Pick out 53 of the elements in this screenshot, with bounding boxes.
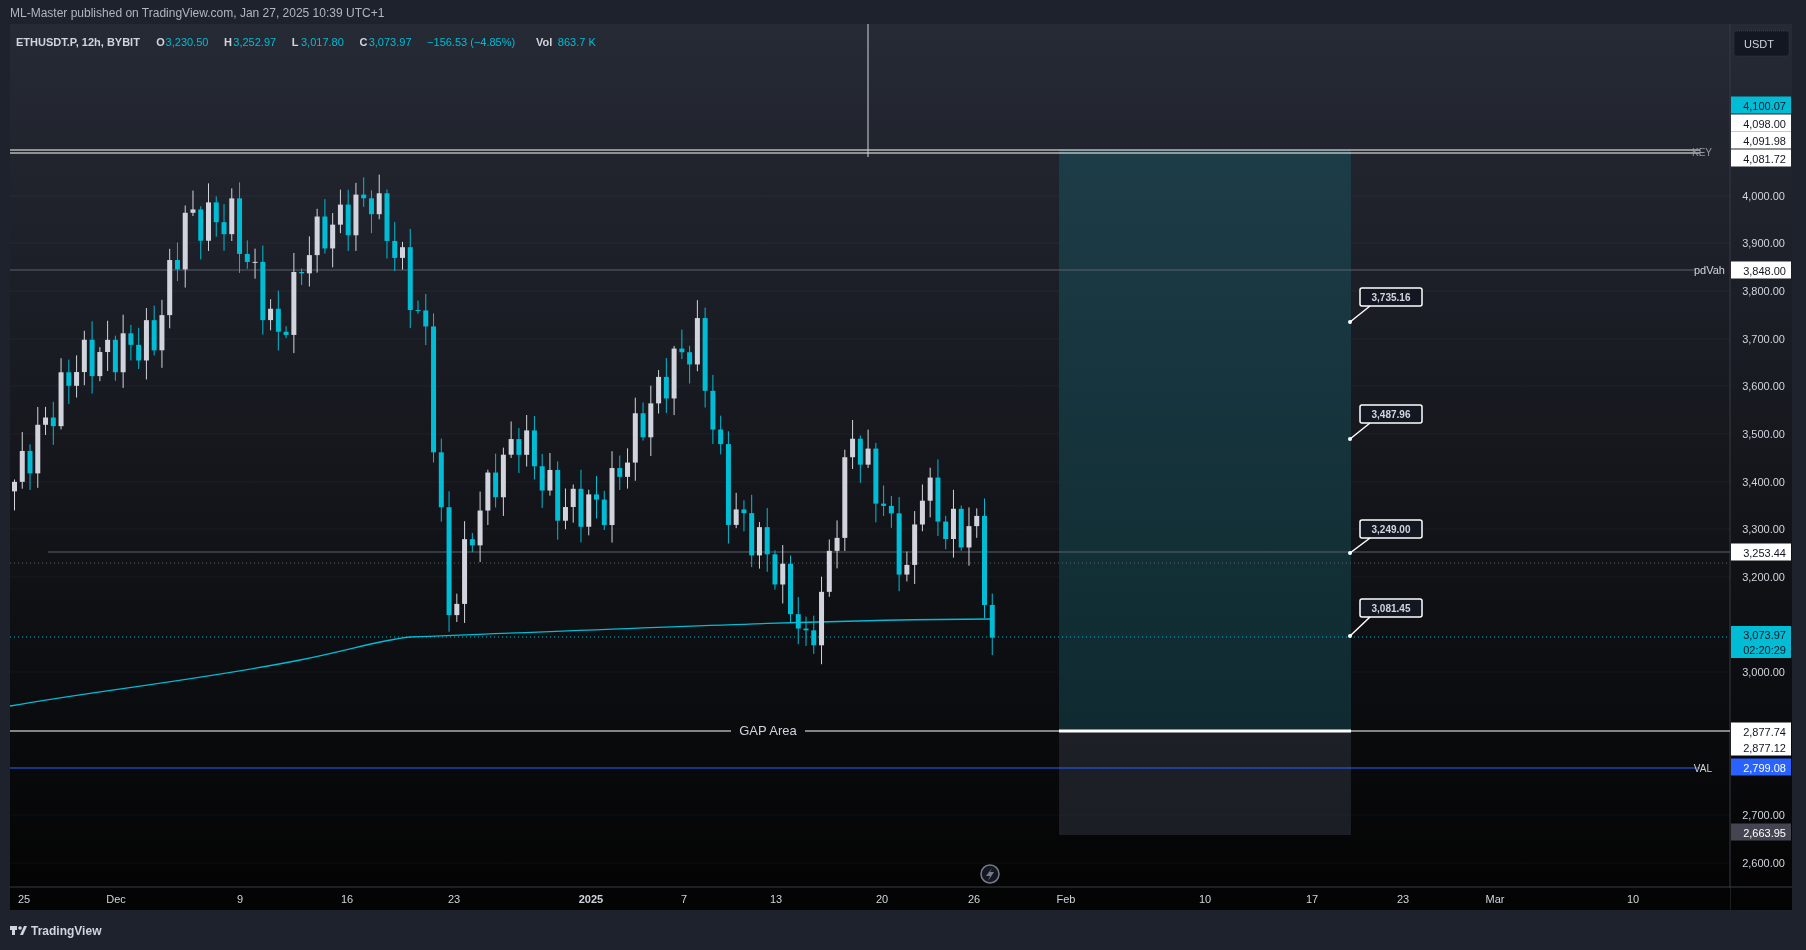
price-callout: 3,487.96 (1348, 404, 1423, 441)
ohlc-label: H (224, 36, 232, 48)
currency-button[interactable]: USDT (1733, 30, 1790, 57)
ohlc-label: L (291, 36, 299, 48)
volume-value: 863.7 K (557, 36, 596, 48)
price-tick: 3,000.00 (1742, 666, 1785, 678)
time-label: Mar (1485, 893, 1505, 905)
ohlc-value: 3,017.80 (301, 36, 344, 48)
time-label: Feb (1056, 893, 1076, 905)
price-callout: 3,081.45 (1348, 598, 1423, 638)
line-label: VAL (1693, 763, 1712, 774)
time-label: Dec (106, 893, 126, 905)
tradingview-logo-icon (10, 926, 27, 935)
time-label: 23 (1396, 893, 1410, 905)
line-label: GAP Area (739, 723, 797, 738)
time-label: 16 (340, 893, 354, 905)
time-label: 13 (769, 893, 783, 905)
ohlc-value: 3,252.97 (233, 36, 277, 48)
price-callout: 3,735.16 (1348, 287, 1423, 324)
time-label: 10 (1198, 893, 1212, 905)
price-tick: 3,800.00 (1742, 285, 1785, 297)
symbol-label: ETHUSDT.P, 12h, BYBIT (16, 36, 140, 48)
time-label: 23 (447, 893, 461, 905)
ohlc-label: O (156, 36, 165, 48)
price-tag: 3,073.97 02:20:29 (1731, 626, 1791, 658)
ohlc-label: C (359, 36, 368, 48)
time-label: 20 (875, 893, 889, 905)
price-tick: 3,500.00 (1742, 428, 1785, 440)
price-tick: 3,700.00 (1742, 333, 1785, 345)
price-tick: 2,600.00 (1742, 857, 1785, 869)
time-label: 17 (1305, 893, 1319, 905)
publish-info: ML-Master published on TradingView.com, Jan 27, 2025 10:39 UTC+1 (10, 6, 385, 20)
price-tick: 2,700.00 (1742, 809, 1785, 821)
price-tick: 3,300.00 (1742, 523, 1785, 535)
lightning-icon[interactable] (980, 864, 1000, 884)
time-label: 2025 (578, 893, 604, 905)
price-tick: 3,400.00 (1742, 476, 1785, 488)
ohlc-value: 3,230.50 (165, 36, 209, 48)
time-label: 10 (1626, 893, 1640, 905)
time-label: 25 (17, 893, 31, 905)
change-value: −156.53 (−4.85%) (427, 36, 516, 48)
ohlc-value: 3,073.97 (368, 36, 412, 48)
price-callout: 3,249.00 (1348, 519, 1423, 555)
price-tick: 3,900.00 (1742, 237, 1785, 249)
time-label: 7 (680, 893, 688, 905)
line-label: pdVah (1694, 264, 1725, 276)
time-label: 26 (967, 893, 981, 905)
volume-label: Vol (535, 36, 553, 48)
price-tick: 3,200.00 (1742, 571, 1785, 583)
time-label: 9 (236, 893, 244, 905)
brand-name: TradingView (31, 924, 102, 938)
price-tick: 3,600.00 (1742, 380, 1785, 392)
price-tick: 4,000.00 (1742, 190, 1785, 202)
